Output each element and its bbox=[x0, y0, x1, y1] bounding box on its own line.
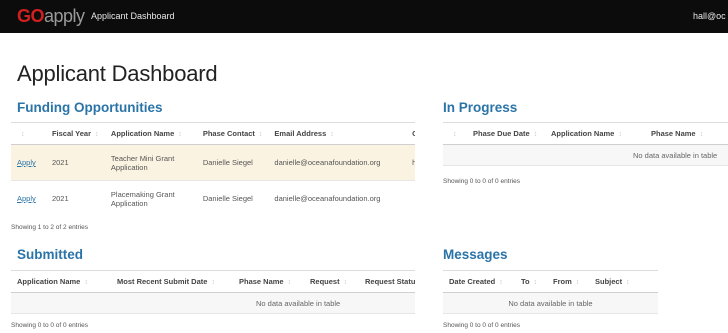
phase-contact-cell: Danielle Siegel bbox=[196, 144, 269, 181]
messages-title: Messages bbox=[443, 247, 508, 262]
sort-icon: ↕ bbox=[618, 131, 622, 138]
column-header-application-name[interactable]: Application Name ↕ bbox=[11, 270, 111, 293]
column-header-fiscal-year[interactable]: Fiscal Year ↕ bbox=[45, 122, 105, 145]
column-header-action[interactable]: ↕ bbox=[11, 122, 46, 145]
nav-app-title[interactable]: Applicant Dashboard bbox=[91, 11, 175, 21]
column-header-action[interactable]: ↕ bbox=[443, 122, 467, 145]
column-header-most-recent-submit-date[interactable]: Most Recent Submit Date ↕ bbox=[111, 270, 233, 293]
sort-icon: ↕ bbox=[533, 131, 538, 138]
fiscal-year-cell: 2021 bbox=[45, 180, 105, 213]
in-progress-table: ↕ Phase Due Date ↕ Application Name ↕ Phas… bbox=[443, 122, 728, 168]
funding-opportunities-table: ↕ Fiscal Year ↕ Application Name ↕ Phase C… bbox=[11, 122, 415, 213]
email-address-cell: danielle@oceanafoundation.org bbox=[268, 144, 407, 181]
column-header-from[interactable]: From ↕ bbox=[547, 270, 589, 293]
in-progress-title: In Progress bbox=[443, 100, 518, 115]
apply-cell: Apply bbox=[11, 144, 46, 181]
apply-cell: Apply bbox=[11, 180, 46, 213]
application-name-cell: Placemaking Grant Application bbox=[104, 180, 197, 213]
column-header-application-name[interactable]: Application Name ↕ bbox=[545, 122, 645, 145]
funding-table-info: Showing 1 to 2 of 2 entries bbox=[11, 224, 88, 231]
phase-contact-cell: Danielle Siegel bbox=[196, 180, 269, 213]
sort-icon: ↕ bbox=[343, 279, 348, 286]
sort-icon: ↕ bbox=[84, 279, 88, 286]
sort-icon: ↕ bbox=[626, 279, 630, 286]
table-row: Apply 2021 Placemaking Grant Application… bbox=[11, 180, 415, 213]
column-header-phase-contact[interactable]: Phase Contact ↕ bbox=[196, 122, 269, 145]
fiscal-year-cell: 2021 bbox=[45, 144, 105, 181]
apply-link[interactable]: Apply bbox=[17, 194, 36, 203]
column-header-phase-name[interactable]: Phase Name ↕ bbox=[645, 122, 728, 145]
sort-icon: ↕ bbox=[453, 131, 457, 138]
column-header-c[interactable]: C bbox=[406, 122, 415, 145]
table-row: Apply 2021 Teacher Mini Grant Applicatio… bbox=[11, 144, 415, 181]
truncated-cell bbox=[406, 180, 415, 213]
submitted-table-info: Showing 0 to 0 of 0 entries bbox=[11, 322, 88, 329]
column-header-phase-name[interactable]: Phase Name ↕ bbox=[233, 270, 304, 293]
sort-icon: ↕ bbox=[95, 131, 99, 138]
logo-apply-text: apply bbox=[44, 6, 85, 26]
sort-icon: ↕ bbox=[211, 279, 215, 286]
sort-icon: ↕ bbox=[330, 131, 334, 138]
page-title: Applicant Dashboard bbox=[17, 61, 218, 86]
sort-icon: ↕ bbox=[287, 279, 292, 286]
sort-icon: ↕ bbox=[533, 279, 538, 286]
top-navbar: GOapply Applicant Dashboard hall@oc bbox=[0, 0, 728, 33]
column-header-phase-due-date[interactable]: Phase Due Date ↕ bbox=[467, 122, 545, 145]
table-row: No data available in table bbox=[11, 292, 415, 314]
submitted-title: Submitted bbox=[17, 247, 83, 262]
table-row: No data available in table bbox=[443, 292, 658, 314]
sort-icon: ↕ bbox=[499, 279, 503, 286]
logo-go-text: GO bbox=[17, 6, 45, 26]
table-row: No data available in table bbox=[443, 144, 728, 166]
goapply-logo[interactable]: GOapply bbox=[17, 6, 85, 26]
email-address-cell: danielle@oceanafoundation.org bbox=[268, 180, 407, 213]
column-header-request[interactable]: Request ↕ bbox=[304, 270, 359, 293]
truncated-cell: h n bbox=[406, 144, 415, 181]
application-name-cell: Teacher Mini Grant Application bbox=[104, 144, 197, 181]
apply-link[interactable]: Apply bbox=[17, 158, 36, 167]
column-header-subject[interactable]: Subject ↕ bbox=[589, 270, 658, 293]
user-menu[interactable]: hall@oc bbox=[693, 11, 726, 21]
funding-opportunities-title: Funding Opportunities bbox=[17, 100, 163, 115]
sort-icon: ↕ bbox=[258, 131, 263, 138]
in-progress-table-info: Showing 0 to 0 of 0 entries bbox=[443, 178, 520, 185]
submitted-table: Application Name ↕ Most Recent Submit Dat… bbox=[11, 270, 415, 316]
empty-table-message: No data available in table bbox=[11, 292, 415, 314]
column-header-date-created[interactable]: Date Created ↕ bbox=[443, 270, 515, 293]
messages-table: Date Created ↕ To ↕ From ↕ Subject ↕ No data… bbox=[443, 270, 658, 316]
column-header-request-status[interactable]: Request Statu bbox=[359, 270, 415, 293]
empty-table-message: No data available in table bbox=[443, 144, 728, 166]
sort-icon: ↕ bbox=[575, 279, 580, 286]
empty-table-message: No data available in table bbox=[443, 292, 658, 314]
sort-icon: ↕ bbox=[699, 131, 704, 138]
sort-icon: ↕ bbox=[178, 131, 182, 138]
sort-icon: ↕ bbox=[21, 131, 25, 138]
column-header-application-name[interactable]: Application Name ↕ bbox=[104, 122, 197, 145]
column-header-email-address[interactable]: Email Address ↕ bbox=[268, 122, 407, 145]
messages-table-info: Showing 0 to 0 of 0 entries bbox=[443, 322, 520, 329]
column-header-to[interactable]: To ↕ bbox=[515, 270, 547, 293]
